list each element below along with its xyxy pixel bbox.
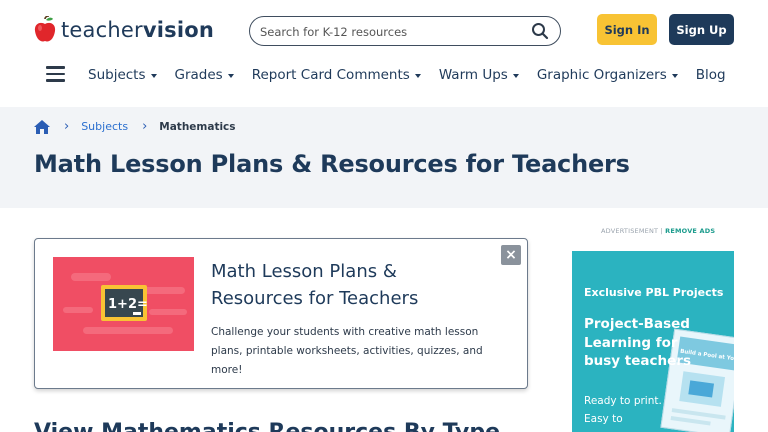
chalkboard-illustration: 1+2= (53, 257, 194, 351)
remove-ads-link[interactable]: REMOVE ADS (665, 227, 715, 235)
ad-kicker: Exclusive PBL Projects (584, 286, 724, 299)
chevron-down-icon (227, 73, 234, 78)
close-icon[interactable]: × (501, 245, 521, 265)
page-title: Math Lesson Plans & Resources for Teache… (34, 150, 630, 178)
hamburger-menu-icon[interactable] (46, 66, 65, 82)
chevron-right-icon: › (64, 119, 70, 134)
sign-up-button[interactable]: Sign Up (669, 14, 734, 45)
main-nav: Subjects Grades Report Card Comments War… (88, 67, 744, 83)
nav-graphic-organizers[interactable]: Graphic Organizers (537, 67, 678, 83)
chalkboard-image: 1+2= (53, 257, 194, 351)
breadcrumb-subjects[interactable]: Subjects (81, 120, 128, 133)
nav-report-card-comments[interactable]: Report Card Comments (252, 67, 421, 83)
chevron-down-icon (671, 73, 678, 78)
search-box (249, 16, 561, 46)
nav-subjects-label: Subjects (88, 67, 146, 83)
nav-blog-label: Blog (695, 67, 726, 83)
card-title: Math Lesson Plans & Resources for Teache… (211, 261, 419, 309)
section-heading: View Mathematics Resources By Type (34, 420, 500, 432)
apple-icon (34, 16, 56, 42)
nav-warm-ups[interactable]: Warm Ups (439, 67, 519, 83)
nav-report-card-comments-label: Report Card Comments (251, 67, 410, 83)
nav-grades-label: Grades (174, 67, 223, 83)
sign-in-button[interactable]: Sign In (597, 14, 657, 45)
chevron-down-icon (414, 73, 421, 78)
home-icon[interactable] (34, 119, 50, 134)
chevron-down-icon (512, 73, 519, 78)
search-input[interactable] (260, 23, 520, 41)
breadcrumb-current: Mathematics (159, 120, 236, 133)
chalkboard-text: 1+2= (108, 297, 148, 312)
advertisement-banner[interactable]: Exclusive PBL Projects Build a Pool at Y… (572, 251, 734, 432)
nav-graphic-organizers-label: Graphic Organizers (536, 67, 667, 83)
breadcrumb: › Subjects › Mathematics (34, 119, 236, 134)
intro-card: 1+2= Math Lesson Plans & Resources for T… (34, 238, 528, 389)
nav-subjects[interactable]: Subjects (88, 67, 157, 83)
card-description: Challenge your students with creative ma… (211, 326, 483, 376)
search-icon[interactable] (531, 22, 549, 40)
nav-blog[interactable]: Blog (696, 67, 726, 83)
logo-part-vision: vision (142, 18, 215, 42)
logo-part-teacher: teacher (61, 18, 143, 42)
nav-grades[interactable]: Grades (175, 67, 234, 83)
ad-label-text: ADVERTISEMENT (601, 227, 659, 235)
logo-wordmark: teachervision (61, 18, 214, 42)
ad-headline: Project-Based Learning for busy teachers (584, 316, 691, 369)
ad-label: ADVERTISEMENT | REMOVE ADS (601, 227, 716, 235)
nav-warm-ups-label: Warm Ups (438, 67, 508, 83)
ad-subtext: Ready to print. Easy to implement. (584, 395, 662, 432)
chevron-down-icon (150, 73, 157, 78)
chevron-right-icon: › (142, 119, 148, 134)
